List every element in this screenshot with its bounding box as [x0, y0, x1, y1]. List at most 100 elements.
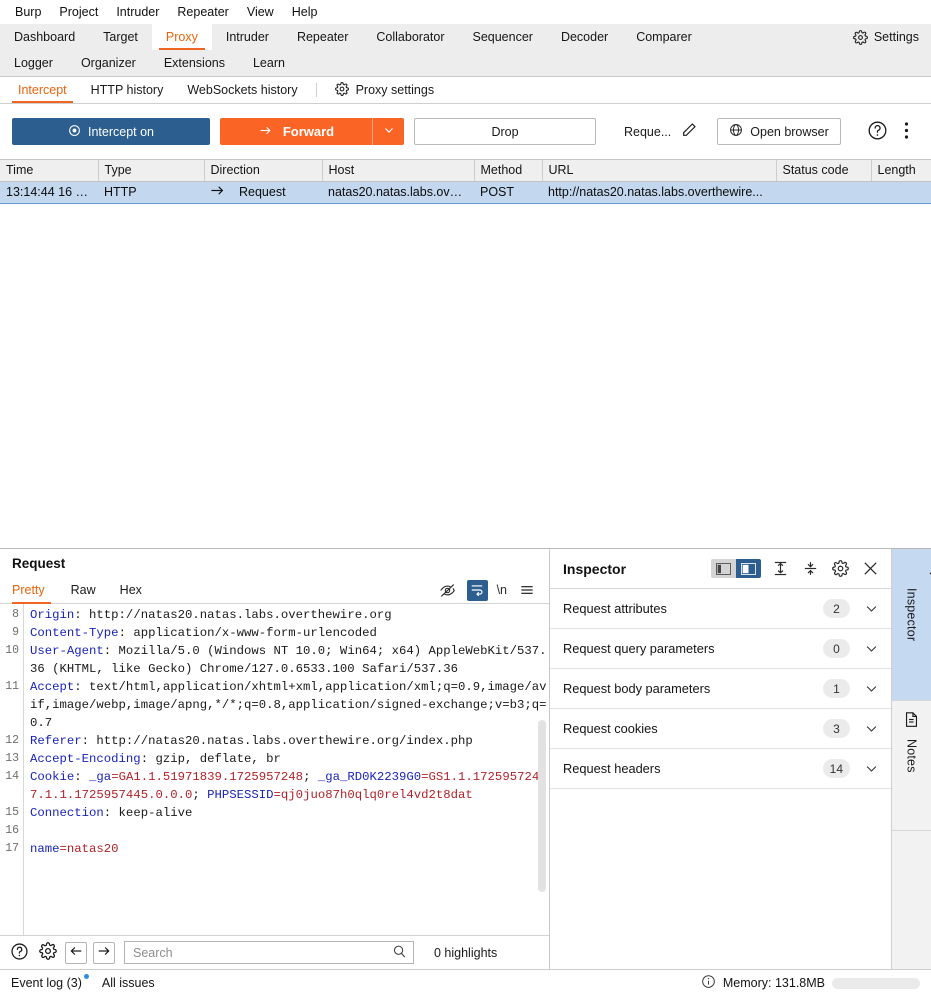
menu-item-repeater[interactable]: Repeater — [168, 1, 237, 23]
tab-repeater[interactable]: Repeater — [283, 24, 362, 50]
search-prev-button[interactable] — [65, 941, 87, 964]
open-browser-label: Open browser — [750, 124, 829, 139]
intercept-toggle-button[interactable]: Intercept on — [12, 118, 210, 145]
layout-right-icon[interactable] — [736, 559, 761, 578]
editor-vertical-scrollbar[interactable] — [538, 720, 546, 892]
chevron-down-icon[interactable] — [864, 601, 879, 616]
column-header-time[interactable]: Time — [0, 160, 99, 182]
column-header-method[interactable]: Method — [474, 160, 543, 182]
memory-indicator[interactable]: Memory: 131.8MB — [701, 974, 920, 992]
line-number: . — [0, 696, 19, 714]
tab-dashboard[interactable]: Dashboard — [0, 24, 89, 50]
more-options-button[interactable] — [902, 119, 911, 145]
tab-settings[interactable]: Settings — [839, 24, 931, 50]
column-header-direction[interactable]: Direction — [204, 160, 323, 182]
line-number-gutter: 8 9 10. 11.. 12 13 14. 15 16 17 — [0, 604, 24, 935]
inspector-section-request-body-parameters[interactable]: Request body parameters 1 — [550, 669, 891, 709]
search-next-button[interactable] — [93, 941, 115, 964]
editor-search-box[interactable] — [124, 941, 414, 964]
newline-toggle[interactable]: \n — [497, 583, 507, 597]
gear-icon[interactable] — [830, 558, 851, 579]
hide-eye-button[interactable] — [437, 580, 458, 601]
editor-tab-pretty[interactable]: Pretty — [12, 577, 59, 604]
line-number: 10 — [5, 644, 19, 657]
tab-proxy[interactable]: Proxy — [151, 24, 212, 50]
menu-item-burp[interactable]: Burp — [6, 1, 50, 23]
inspector-section-request-attributes[interactable]: Request attributes 2 — [550, 589, 891, 629]
search-input[interactable] — [131, 944, 392, 961]
vertical-tab-notes[interactable]: Notes — [892, 701, 931, 831]
drop-button[interactable]: Drop — [414, 118, 596, 145]
tab-target[interactable]: Target — [89, 24, 152, 50]
code-line: Accept: text/html,application/xhtml+xml,… — [30, 680, 547, 730]
editor-tab-hex[interactable]: Hex — [108, 577, 154, 603]
menu-item-project[interactable]: Project — [50, 1, 107, 23]
bottom-split: Request Pretty Raw Hex \n 8 9 10 11 12 1… — [0, 549, 931, 969]
editor-footer-bar: 0 highlights — [0, 935, 549, 969]
tab-extensions[interactable]: Extensions — [150, 50, 239, 76]
forward-button-label: Forward — [282, 124, 335, 139]
table-row[interactable]: 13:14:44 16 S... HTTP Request natas20.na… — [0, 180, 931, 204]
layout-left-icon[interactable] — [711, 559, 736, 578]
column-header-url[interactable]: URL — [542, 160, 777, 182]
tab-sequencer[interactable]: Sequencer — [458, 24, 546, 50]
forward-button[interactable]: Forward — [220, 118, 372, 145]
cell-length — [871, 180, 931, 204]
tab-settings-label: Settings — [873, 30, 919, 44]
help-button[interactable] — [865, 118, 890, 146]
line-number: 12 — [5, 734, 19, 747]
search-icon[interactable] — [392, 944, 407, 962]
collapse-all-button[interactable] — [800, 558, 821, 579]
intercept-toolbar: Intercept on Forward Drop Reque... Open … — [0, 104, 931, 159]
sub-tab-proxy-settings[interactable]: Proxy settings — [323, 77, 447, 103]
tab-logger[interactable]: Logger — [0, 50, 67, 76]
notes-icon — [903, 711, 920, 731]
all-issues-item[interactable]: All issues — [102, 976, 155, 990]
vertical-tab-inspector-label: Inspector — [904, 588, 919, 642]
request-code-text[interactable]: Origin: http://natas20.natas.labs.overth… — [24, 604, 549, 935]
request-code-editor[interactable]: 8 9 10. 11.. 12 13 14. 15 16 17 Origin: http://na… — [0, 604, 549, 935]
line-number: 13 — [5, 752, 19, 765]
menu-item-help[interactable]: Help — [283, 1, 327, 23]
expand-all-button[interactable] — [770, 558, 791, 579]
edit-pencil-button[interactable] — [679, 120, 699, 143]
tab-collaborator[interactable]: Collaborator — [362, 24, 458, 50]
chevron-down-icon[interactable] — [864, 721, 879, 736]
inspector-section-request-cookies[interactable]: Request cookies 3 — [550, 709, 891, 749]
info-circle-icon — [701, 974, 716, 992]
chevron-down-icon[interactable] — [864, 761, 879, 776]
intercept-toggle-label: Intercept on — [87, 124, 154, 139]
word-wrap-button[interactable] — [466, 579, 488, 601]
request-pane: Request Pretty Raw Hex \n 8 9 10 11 12 1… — [0, 549, 550, 969]
tab-organizer[interactable]: Organizer — [67, 50, 150, 76]
editor-menu-button[interactable] — [516, 580, 537, 601]
column-header-host[interactable]: Host — [322, 160, 475, 182]
forward-dropdown-button[interactable] — [372, 118, 404, 145]
open-browser-button[interactable]: Open browser — [717, 118, 841, 145]
tab-learn[interactable]: Learn — [239, 50, 299, 76]
chevron-down-icon[interactable] — [864, 641, 879, 656]
cell-status-code — [776, 180, 871, 204]
tab-intruder[interactable]: Intruder — [212, 24, 283, 50]
vertical-tab-inspector[interactable]: Inspector — [892, 549, 931, 701]
menu-item-view[interactable]: View — [238, 1, 283, 23]
code-line: Content-Type: application/x-www-form-url… — [30, 626, 377, 640]
inspector-section-request-headers[interactable]: Request headers 14 — [550, 749, 891, 789]
sub-tab-http-history[interactable]: HTTP history — [79, 77, 176, 103]
editor-tab-raw[interactable]: Raw — [59, 577, 108, 603]
column-header-length[interactable]: Length — [871, 160, 931, 182]
column-header-type[interactable]: Type — [98, 160, 205, 182]
chevron-down-icon[interactable] — [864, 681, 879, 696]
menu-item-intruder[interactable]: Intruder — [107, 1, 168, 23]
event-log-item[interactable]: Event log (3) — [11, 974, 89, 990]
tab-decoder[interactable]: Decoder — [547, 24, 622, 50]
main-tab-row-2: Logger Organizer Extensions Learn — [0, 50, 931, 76]
sub-tab-intercept[interactable]: Intercept — [6, 77, 79, 103]
sub-tab-websockets-history[interactable]: WebSockets history — [175, 77, 309, 103]
editor-settings-button[interactable] — [37, 940, 59, 965]
column-header-status-code[interactable]: Status code — [776, 160, 872, 182]
editor-help-button[interactable] — [8, 940, 31, 966]
inspector-section-request-query-parameters[interactable]: Request query parameters 0 — [550, 629, 891, 669]
tab-comparer[interactable]: Comparer — [622, 24, 706, 50]
close-icon[interactable] — [860, 558, 881, 579]
